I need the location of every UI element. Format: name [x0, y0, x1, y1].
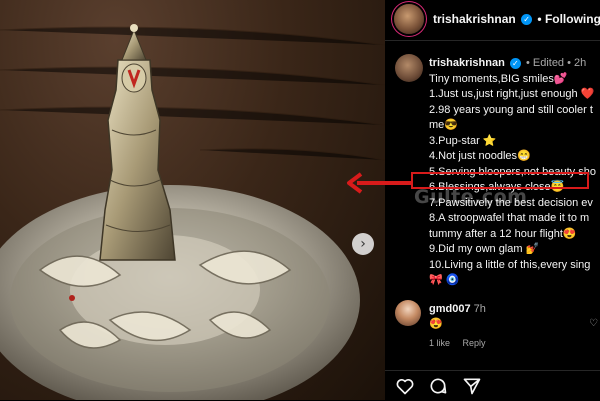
caption-line: tummy after a 12 hour flight😍: [429, 227, 577, 240]
post-photo: [0, 0, 385, 400]
caption-avatar[interactable]: [395, 54, 423, 82]
caption-line: Tiny moments,BIG smiles💕: [429, 72, 568, 85]
comment-header: gmd007 7h: [429, 302, 486, 317]
caption-line: 1.Just us,just right,just enough ❤️: [429, 88, 595, 100]
edited-label: Edited: [532, 57, 565, 69]
verified-badge-icon: ✓: [521, 14, 533, 26]
watermark: Gulte.com: [414, 186, 528, 208]
comment-icon[interactable]: [428, 376, 448, 396]
comment: gmd007 7h 😍: [429, 302, 486, 332]
caption-line: 8.A stroopwafel that made it to m: [429, 212, 590, 224]
caption-line: 9.Did my own glam 💅: [429, 243, 540, 255]
comment-likes[interactable]: 1 like: [429, 338, 450, 348]
commenter-username[interactable]: gmd007: [429, 303, 471, 315]
header-username[interactable]: trishakrishnan: [433, 12, 516, 26]
caption-line: 4.Not just noodles😁: [429, 150, 531, 162]
post-time: 2h: [574, 57, 587, 69]
header-separator: •: [537, 12, 542, 26]
comment-text: 😍: [429, 318, 443, 330]
commenter-avatar[interactable]: [395, 300, 421, 326]
post-header: trishakrishnan ✓ • Following: [385, 0, 600, 41]
caption-line: 🎀 🧿: [429, 274, 460, 286]
caption-line: me😎: [429, 119, 458, 131]
caption-username[interactable]: trishakrishnan: [429, 57, 505, 69]
red-arrow-icon: [347, 172, 411, 194]
chevron-right-icon: ›: [360, 236, 366, 252]
caption-line: 2.98 years young and still cooler t: [429, 103, 593, 116]
comment-reply-button[interactable]: Reply: [463, 338, 486, 348]
heart-icon[interactable]: [395, 376, 415, 396]
comment-like-heart-icon[interactable]: ♡: [589, 318, 598, 329]
caption-meta-line: trishakrishnan ✓ • Edited • 2h: [429, 56, 600, 72]
caption-line: 10.Living a little of this,every sing: [429, 258, 591, 271]
caption-time-separator: •: [567, 57, 571, 69]
comment-meta: 1 like Reply: [429, 338, 496, 348]
comment-time: 7h: [473, 303, 486, 315]
header-avatar[interactable]: [394, 4, 424, 34]
header-user-line: trishakrishnan ✓ • Following: [433, 12, 600, 26]
silver-idol-plate-image: [0, 24, 385, 400]
post-action-bar: [385, 370, 600, 401]
following-button[interactable]: Following: [545, 12, 600, 26]
verified-badge-icon: ✓: [509, 57, 521, 69]
caption-line: 3.Pup-star ⭐: [429, 134, 497, 147]
next-photo-button[interactable]: ›: [352, 233, 374, 255]
send-icon[interactable]: [462, 376, 482, 396]
caption-meta-separator: •: [525, 57, 530, 69]
